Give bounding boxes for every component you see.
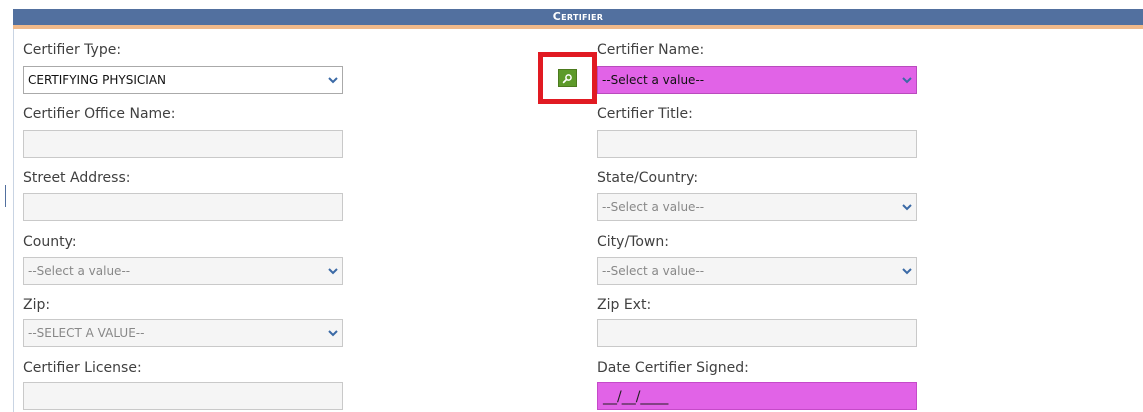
certifier-name-select[interactable]: --Select a value--	[597, 66, 917, 94]
certifier-title-input[interactable]	[597, 130, 917, 158]
section-title-initial: C	[552, 10, 562, 23]
certifier-type-label: Certifier Type:	[23, 42, 122, 58]
certifier-type-select[interactable]: CERTIFYING PHYSICIAN	[23, 66, 343, 94]
certifier-office-name-label: Certifier Office Name:	[23, 106, 176, 122]
zip-label: Zip:	[23, 297, 51, 313]
section-left-border	[13, 29, 14, 412]
chevron-down-icon[interactable]	[898, 67, 916, 93]
section-header-certifier: CERTIFIER	[13, 9, 1143, 29]
chevron-down-icon[interactable]	[324, 320, 342, 346]
certifier-license-label: Certifier License:	[23, 360, 142, 376]
state-country-value: --Select a value--	[602, 200, 705, 214]
county-label: County:	[23, 234, 77, 250]
chevron-down-icon[interactable]	[898, 194, 916, 220]
certifier-name-value: --Select a value--	[602, 73, 705, 87]
zip-ext-input[interactable]	[597, 319, 917, 347]
date-certifier-signed-label: Date Certifier Signed:	[597, 360, 749, 376]
city-town-select[interactable]: --Select a value--	[597, 257, 917, 285]
chevron-down-icon[interactable]	[324, 67, 342, 93]
state-country-label: State/Country:	[597, 170, 699, 186]
section-title-rest: ERTIFIER	[561, 13, 604, 22]
zip-select[interactable]: --SELECT A VALUE--	[23, 319, 343, 347]
certifier-type-value: CERTIFYING PHYSICIAN	[28, 73, 167, 87]
certifier-name-label: Certifier Name:	[597, 42, 705, 58]
date-certifier-signed-value: __/__/____	[603, 389, 669, 405]
county-select[interactable]: --Select a value--	[23, 257, 343, 285]
highlight-box	[538, 52, 597, 104]
city-town-value: --Select a value--	[602, 264, 705, 278]
city-town-label: City/Town:	[597, 234, 669, 250]
street-address-label: Street Address:	[23, 170, 131, 186]
date-certifier-signed-input[interactable]: __/__/____	[597, 382, 917, 410]
chevron-down-icon[interactable]	[898, 258, 916, 284]
county-value: --Select a value--	[28, 264, 131, 278]
certifier-title-label: Certifier Title:	[597, 106, 693, 122]
certifier-office-name-input[interactable]	[23, 130, 343, 158]
street-address-input[interactable]	[23, 193, 343, 221]
certifier-license-input[interactable]	[23, 382, 343, 410]
chevron-down-icon[interactable]	[324, 258, 342, 284]
zip-value: --SELECT A VALUE--	[28, 326, 145, 340]
section-side-marker	[5, 185, 6, 207]
zip-ext-label: Zip Ext:	[597, 297, 652, 313]
state-country-select[interactable]: --Select a value--	[597, 193, 917, 221]
